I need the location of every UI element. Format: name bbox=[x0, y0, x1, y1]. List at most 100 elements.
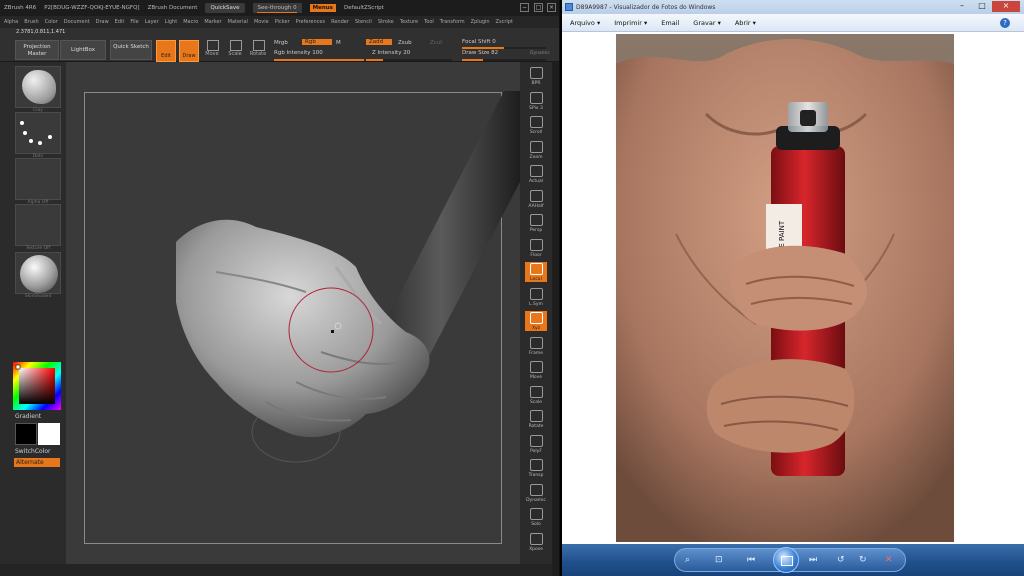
menu-alpha[interactable]: Alpha bbox=[4, 19, 18, 25]
actual-size-icon[interactable]: ⊡ bbox=[715, 556, 723, 565]
minimize-icon[interactable]: − bbox=[520, 3, 529, 12]
draw-size-slider[interactable] bbox=[462, 59, 546, 61]
quicksave-button[interactable]: QuickSave bbox=[205, 3, 245, 13]
shelf-bpr-button[interactable]: BPR bbox=[525, 66, 547, 86]
menu-render[interactable]: Render bbox=[331, 19, 349, 25]
menu-preferences[interactable]: Preferences bbox=[296, 19, 325, 25]
menu-light[interactable]: Light bbox=[165, 19, 177, 25]
brush-thumbnail[interactable] bbox=[15, 66, 61, 108]
projection-master-button[interactable]: Projection Master bbox=[15, 40, 59, 60]
switch-color-button[interactable]: SwitchColor bbox=[15, 448, 51, 455]
zoom-icon[interactable]: ⌕ bbox=[685, 556, 690, 565]
shelf-xyz-button[interactable]: Xyz bbox=[525, 311, 547, 331]
mrgb-button[interactable]: Mrgb bbox=[274, 40, 288, 46]
shelf-scroll-button[interactable]: Scroll bbox=[525, 115, 547, 135]
shelf-frame-button[interactable]: Frame bbox=[525, 336, 547, 356]
edit-mode-button[interactable]: Edit bbox=[156, 40, 176, 62]
secondary-color-swatch[interactable] bbox=[38, 423, 60, 445]
menu-edit[interactable]: Edit bbox=[115, 19, 125, 25]
shelf-solo-button[interactable]: Solo bbox=[525, 507, 547, 527]
zsub-button[interactable]: Zsub bbox=[398, 40, 412, 46]
menu-color[interactable]: Color bbox=[45, 19, 58, 25]
menu-tool[interactable]: Tool bbox=[424, 19, 434, 25]
gradient-label[interactable]: Gradient bbox=[15, 413, 41, 420]
menu-picker[interactable]: Picker bbox=[275, 19, 290, 25]
menu-stencil[interactable]: Stencil bbox=[355, 19, 372, 25]
shelf-actual-button[interactable]: Actual bbox=[525, 164, 547, 184]
menu-marker[interactable]: Marker bbox=[204, 19, 221, 25]
shelf-floor-button[interactable]: Floor bbox=[525, 238, 547, 258]
rgb-intensity-slider[interactable] bbox=[274, 59, 364, 61]
scale-tool-icon[interactable]: Scale bbox=[225, 38, 245, 62]
menu-zplugin[interactable]: Zplugin bbox=[471, 19, 490, 25]
shelf-dynamic-button[interactable]: Dynamic bbox=[525, 483, 547, 503]
shelf-spix-button[interactable]: SPix 3 bbox=[525, 91, 547, 111]
lightbox-button[interactable]: LightBox bbox=[60, 40, 106, 60]
menu-transform[interactable]: Transform bbox=[440, 19, 465, 25]
shelf-rotate-button[interactable]: Rotate bbox=[525, 409, 547, 429]
shelf-aahalf-button[interactable]: AAHalf bbox=[525, 189, 547, 209]
default-zscript-button[interactable]: DefaultZScript bbox=[344, 5, 384, 11]
menu-abrir[interactable]: Abrir ▾ bbox=[735, 19, 756, 27]
menu-movie[interactable]: Movie bbox=[254, 19, 269, 25]
menu-email[interactable]: Email bbox=[661, 19, 679, 27]
close-icon[interactable]: × bbox=[547, 3, 556, 12]
color-picker[interactable] bbox=[13, 362, 61, 410]
menu-document[interactable]: Document bbox=[64, 19, 90, 25]
sculpt-viewport[interactable] bbox=[66, 62, 520, 564]
menu-file[interactable]: File bbox=[130, 19, 138, 25]
menu-stroke[interactable]: Stroke bbox=[378, 19, 394, 25]
alpha-thumbnail[interactable] bbox=[15, 158, 61, 200]
menu-brush[interactable]: Brush bbox=[24, 19, 38, 25]
delete-icon[interactable]: ✕ bbox=[885, 556, 893, 565]
shelf-polyf-button[interactable]: PolyF bbox=[525, 434, 547, 454]
menu-imprimir[interactable]: Imprimir ▾ bbox=[614, 19, 647, 27]
minimize-icon[interactable]: – bbox=[952, 1, 972, 12]
previous-icon[interactable]: ⏮ bbox=[747, 556, 755, 565]
menu-arquivo[interactable]: Arquivo ▾ bbox=[570, 19, 600, 27]
dynamic-toggle[interactable]: Dynamic bbox=[530, 51, 550, 56]
zcut-button[interactable]: Zcut bbox=[430, 40, 442, 46]
quick-sketch-button[interactable]: Quick Sketch bbox=[110, 40, 152, 60]
alternate-button[interactable]: Alternate bbox=[14, 458, 60, 467]
rotate-counterclockwise-icon[interactable]: ↺ bbox=[837, 556, 845, 565]
shelf-scale-button[interactable]: Scale bbox=[525, 385, 547, 405]
zadd-button[interactable]: Zadd bbox=[366, 39, 392, 45]
menu-zscript[interactable]: Zscript bbox=[496, 19, 513, 25]
material-thumbnail[interactable] bbox=[15, 252, 61, 294]
menu-draw[interactable]: Draw bbox=[96, 19, 109, 25]
shelf-zoom-button[interactable]: Zoom bbox=[525, 140, 547, 160]
z-intensity-slider[interactable] bbox=[366, 59, 452, 61]
menu-layer[interactable]: Layer bbox=[145, 19, 159, 25]
m-button[interactable]: M bbox=[336, 40, 341, 46]
maximize-icon[interactable]: □ bbox=[534, 3, 543, 12]
shelf-move-button[interactable]: Move bbox=[525, 360, 547, 380]
shelf-persp-button[interactable]: Persp bbox=[525, 213, 547, 233]
rotate-clockwise-icon[interactable]: ↻ bbox=[859, 556, 867, 565]
shelf-xpose-button[interactable]: Xpose bbox=[525, 532, 547, 552]
rgb-button[interactable]: Rgb bbox=[302, 39, 332, 45]
help-icon[interactable]: ? bbox=[1000, 18, 1010, 28]
bottom-shelf[interactable] bbox=[0, 564, 552, 576]
document-canvas[interactable] bbox=[66, 62, 520, 564]
shelf-transp-button[interactable]: Transp bbox=[525, 458, 547, 478]
menu-material[interactable]: Material bbox=[228, 19, 248, 25]
close-icon[interactable]: × bbox=[992, 1, 1020, 12]
menu-gravar[interactable]: Gravar ▾ bbox=[693, 19, 721, 27]
move-tool-icon[interactable]: Move bbox=[202, 38, 222, 62]
slideshow-button[interactable] bbox=[773, 547, 799, 573]
focal-shift-slider[interactable] bbox=[462, 47, 546, 49]
maximize-icon[interactable]: □ bbox=[972, 1, 992, 12]
rotate-tool-icon[interactable]: Rotate bbox=[248, 38, 268, 62]
menus-toggle[interactable]: Menus bbox=[309, 4, 336, 12]
see-through-slider[interactable]: See-through 0 bbox=[252, 3, 302, 13]
texture-thumbnail[interactable] bbox=[15, 204, 61, 246]
menu-macro[interactable]: Macro bbox=[183, 19, 198, 25]
shelf-local-button[interactable]: Local bbox=[525, 262, 547, 282]
next-icon[interactable]: ⏭ bbox=[809, 556, 817, 565]
draw-mode-button[interactable]: Draw bbox=[179, 40, 199, 62]
menu-texture[interactable]: Texture bbox=[400, 19, 418, 25]
right-tray-scrollbar[interactable] bbox=[552, 62, 559, 576]
shelf-l-sym-button[interactable]: L.Sym bbox=[525, 287, 547, 307]
main-color-swatch[interactable] bbox=[15, 423, 37, 445]
